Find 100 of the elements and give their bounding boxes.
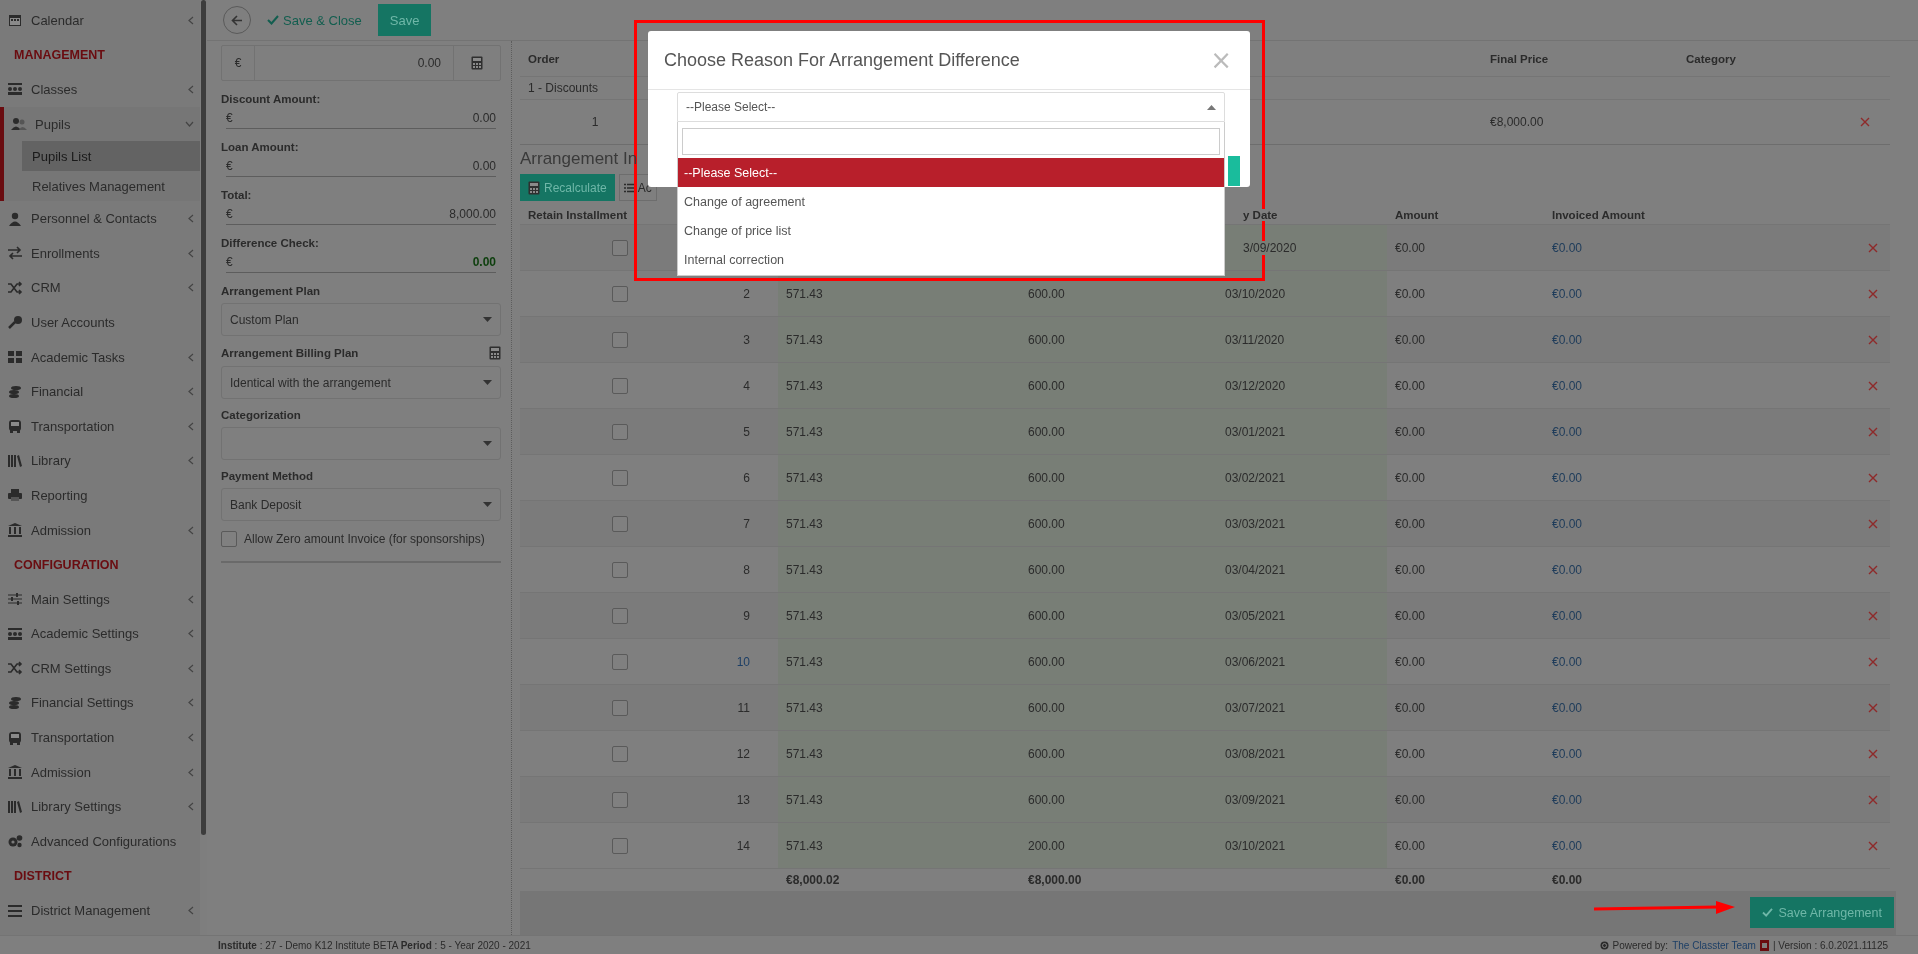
table-cell: 600.00: [1028, 378, 1065, 393]
table-cell-text: €8,000.00: [1489, 114, 1545, 129]
sidebar-item[interactable]: Transportation: [0, 720, 200, 755]
save-button[interactable]: Save: [377, 4, 432, 36]
table-cell-text: 1: [590, 114, 600, 129]
sidebar-subitem[interactable]: Relatives Management: [22, 171, 200, 202]
checkbox[interactable]: [612, 377, 628, 394]
chevron-icon[interactable]: [188, 283, 194, 293]
sidebar-item[interactable]: CRM: [0, 270, 200, 306]
sidebar-item[interactable]: Admission: [0, 754, 200, 790]
chevron-icon[interactable]: [188, 663, 194, 673]
chevron-icon[interactable]: [188, 387, 194, 397]
shuffle-icon: [7, 661, 23, 676]
sidebar-item[interactable]: District Management: [0, 893, 200, 928]
amount-field[interactable]: € 0.00: [226, 255, 496, 273]
chevron-icon[interactable]: [188, 85, 194, 94]
chevron-icon[interactable]: [188, 15, 194, 25]
chevron-icon[interactable]: [185, 121, 194, 128]
calculator-icon[interactable]: [489, 346, 501, 360]
select-field[interactable]: [221, 427, 501, 460]
table-cell-text: €0.00: [1551, 700, 1584, 715]
checkbox[interactable]: [612, 653, 628, 670]
calculator-icon[interactable]: [471, 56, 483, 70]
sidebar-subitem[interactable]: Pupils List: [22, 141, 200, 172]
sidebar-item[interactable]: Financial Settings: [0, 685, 200, 721]
sidebar-item[interactable]: Reporting: [0, 478, 200, 513]
sidebar-item[interactable]: Library Settings: [0, 789, 200, 825]
scrollbar-thumb[interactable]: [201, 0, 206, 835]
amount-field[interactable]: € 8,000.00: [226, 207, 496, 225]
sidebar-item[interactable]: Classes: [0, 72, 200, 107]
search-field[interactable]: [682, 128, 1220, 155]
table-cell-text: €0.00: [1394, 424, 1427, 439]
sidebar-item[interactable]: Calendar: [0, 3, 200, 38]
checkbox[interactable]: [612, 239, 628, 256]
table-cell: 571.43: [786, 654, 823, 669]
checkbox[interactable]: [221, 531, 237, 547]
save-close-button[interactable]: Save & Close: [261, 11, 368, 29]
sidebar-item[interactable]: Main Settings: [0, 581, 200, 617]
save-arrangement-button[interactable]: Save Arrangement: [1750, 897, 1894, 929]
sidebar-item[interactable]: Academic Tasks: [0, 339, 200, 375]
dropdown-option[interactable]: Change of price list: [678, 216, 1224, 245]
sidebar-item[interactable]: Enrollments: [0, 235, 200, 271]
checkbox[interactable]: [612, 607, 628, 624]
delete-icon[interactable]: [1860, 116, 1870, 127]
calculator-icon[interactable]: [528, 180, 540, 195]
amount-field[interactable]: € 0.00: [221, 45, 501, 81]
checkbox[interactable]: [612, 837, 628, 854]
checkbox[interactable]: [612, 331, 628, 348]
chevron-icon[interactable]: [188, 214, 194, 224]
table-cell-text: €0.00: [1394, 516, 1427, 531]
chevron-icon[interactable]: [188, 733, 194, 743]
checkbox[interactable]: [612, 515, 628, 532]
table-cell: 03/09/2021: [1223, 792, 1288, 807]
caret-icon: [483, 317, 492, 322]
total-cell-text: €8,000.02: [785, 873, 841, 888]
amount-field[interactable]: € 0.00: [226, 159, 496, 177]
sidebar-item[interactable]: Transportation: [0, 408, 200, 444]
sidebar-item[interactable]: Pupils: [4, 106, 200, 142]
chevron-icon[interactable]: [188, 248, 194, 258]
dropdown-option[interactable]: Internal correction: [678, 245, 1224, 274]
amount-field[interactable]: € 0.00: [226, 111, 496, 129]
dropdown-option[interactable]: --Please Select--: [678, 158, 1224, 187]
chevron-icon[interactable]: [188, 698, 194, 708]
select-field[interactable]: Bank Deposit: [221, 488, 501, 521]
sidebar-item[interactable]: CRM Settings: [0, 651, 200, 686]
sidebar-item[interactable]: Library: [0, 443, 200, 479]
checkbox[interactable]: [612, 561, 628, 578]
chevron-icon[interactable]: [188, 421, 194, 431]
chevron-icon[interactable]: [188, 629, 194, 639]
chevron-icon[interactable]: [188, 352, 194, 362]
sidebar-item[interactable]: Personnel & Contacts: [0, 201, 200, 236]
chevron-icon[interactable]: [188, 456, 194, 466]
close-button[interactable]: ×: [1210, 47, 1232, 73]
person-icon: [7, 211, 23, 226]
team-link[interactable]: The Classter Team: [1672, 939, 1756, 951]
select-field[interactable]: Custom Plan: [221, 303, 501, 336]
sidebar-item[interactable]: User Accounts: [0, 305, 200, 340]
dropdown-option[interactable]: Change of agreement: [678, 187, 1224, 216]
recalculate-button[interactable]: Recalculate: [520, 174, 615, 202]
checkbox[interactable]: [612, 745, 628, 762]
checkbox[interactable]: [612, 469, 628, 486]
checkbox[interactable]: [612, 791, 628, 808]
chevron-icon[interactable]: [188, 594, 194, 604]
chevron-icon[interactable]: [188, 767, 194, 777]
select-field[interactable]: Identical with the arrangement: [221, 366, 501, 399]
table-cell-text: €0.00: [1394, 608, 1427, 623]
back-button[interactable]: [223, 6, 251, 34]
checkbox[interactable]: [612, 699, 628, 716]
checkbox[interactable]: [612, 285, 628, 302]
chevron-icon[interactable]: [188, 525, 194, 535]
checkbox[interactable]: [612, 423, 628, 440]
chevron-icon[interactable]: [188, 802, 194, 812]
total-cell-text: €0.00: [1394, 873, 1427, 888]
sidebar-item[interactable]: Academic Settings: [0, 616, 200, 652]
chevron-icon[interactable]: [188, 906, 194, 916]
sidebar-item[interactable]: Admission: [0, 512, 200, 548]
sidebar-item[interactable]: Advanced Configurations: [0, 824, 200, 859]
table-cell: 571.43: [786, 470, 823, 485]
reason-select[interactable]: --Please Select--: [677, 92, 1225, 122]
sidebar-item[interactable]: Financial: [0, 374, 200, 409]
